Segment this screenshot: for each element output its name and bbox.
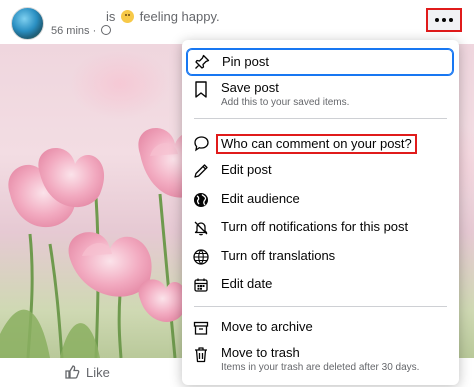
status-prefix: is	[106, 9, 116, 24]
who-can-comment-label: Who can comment on your post?	[216, 134, 417, 154]
turn-off-notifications-label: Turn off notifications for this post	[221, 219, 409, 234]
pin-post-item[interactable]: Pin post	[186, 48, 454, 76]
save-post-item[interactable]: Save post Add this to your saved items.	[186, 80, 454, 109]
avatar[interactable]	[11, 7, 44, 40]
status-feeling: feeling happy.	[139, 9, 220, 24]
post-options-menu: Pin post Save post Add this to your save…	[182, 40, 459, 385]
edit-post-item[interactable]: Edit post	[186, 162, 454, 180]
globe-icon	[101, 25, 112, 35]
trash-icon	[192, 345, 210, 363]
edit-post-label: Edit post	[221, 162, 272, 177]
more-icon	[435, 18, 453, 22]
pencil-icon	[192, 162, 210, 180]
move-to-trash-item[interactable]: Move to trash Items in your trash are de…	[186, 345, 454, 374]
save-post-label: Save post	[221, 80, 279, 95]
thumbs-up-icon	[65, 365, 80, 379]
more-options-button[interactable]	[426, 8, 462, 32]
meta-separator: ·	[92, 25, 97, 37]
edit-date-item[interactable]: Edit date	[186, 276, 454, 294]
like-label: Like	[86, 364, 110, 380]
archive-icon	[192, 319, 210, 337]
edit-audience-label: Edit audience	[221, 191, 300, 206]
move-to-archive-label: Move to archive	[221, 319, 313, 334]
move-to-archive-item[interactable]: Move to archive	[186, 319, 454, 337]
smile-emoji-icon	[121, 10, 135, 23]
pin-post-label: Pin post	[222, 54, 269, 69]
edit-date-label: Edit date	[221, 276, 273, 291]
save-post-description: Add this to your saved items.	[221, 97, 350, 108]
calendar-icon	[192, 276, 210, 294]
comment-icon	[192, 134, 210, 152]
edit-audience-item[interactable]: Edit audience	[186, 191, 454, 209]
turn-off-translations-item[interactable]: Turn off translations	[186, 248, 454, 266]
pin-icon	[193, 53, 211, 71]
turn-off-notifications-item[interactable]: Turn off notifications for this post	[186, 219, 454, 237]
post-meta: 56 mins ·	[51, 25, 112, 37]
menu-divider	[194, 306, 447, 307]
move-to-trash-label: Move to trash	[221, 345, 300, 360]
translate-icon	[192, 248, 210, 266]
who-can-comment-item[interactable]: Who can comment on your post?	[186, 134, 454, 154]
menu-divider	[194, 118, 447, 119]
like-button[interactable]: Like	[64, 364, 110, 380]
globe-icon	[192, 191, 210, 209]
bell-off-icon	[192, 219, 210, 237]
status-line: is feeling happy.	[106, 9, 220, 24]
turn-off-translations-label: Turn off translations	[221, 248, 336, 263]
post-time[interactable]: 56 mins	[51, 25, 90, 37]
bookmark-icon	[192, 80, 210, 98]
move-to-trash-description: Items in your trash are deleted after 30…	[221, 362, 420, 373]
post-header: is feeling happy. 56 mins ·	[0, 0, 474, 44]
